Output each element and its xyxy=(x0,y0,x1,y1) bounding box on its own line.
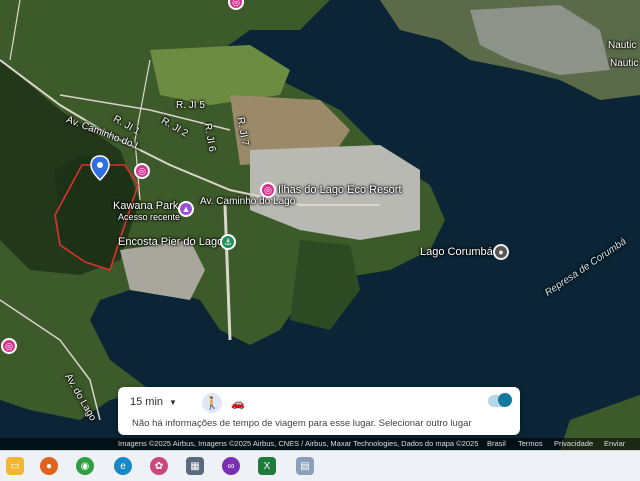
poi-park-icon[interactable]: ▲ xyxy=(178,201,194,217)
excel-icon[interactable]: X xyxy=(258,457,276,475)
terms-link[interactable]: Termos xyxy=(518,438,543,450)
map-imagery xyxy=(0,0,640,450)
travel-time-select[interactable]: 15 min ▼ xyxy=(130,396,177,408)
driving-mode-button[interactable]: 🚗 xyxy=(228,393,248,413)
region-link[interactable]: Brasil xyxy=(487,438,506,450)
chevron-down-icon: ▼ xyxy=(169,397,177,407)
map-footer: Imagens ©2025 Airbus, Imagens ©2025 Airb… xyxy=(0,438,640,460)
travel-time-card: 15 min ▼ 🚶 🚗 Não há informações de tempo… xyxy=(118,387,520,435)
place-label-nautico-2: Nautic xyxy=(610,58,639,69)
road-label-caminho-lower: Av. Caminho do Lago xyxy=(200,196,296,207)
location-pin-icon[interactable] xyxy=(90,155,110,181)
travel-time-toggle[interactable] xyxy=(488,393,512,407)
poi-label-encosta[interactable]: Encosta Pier do Lago xyxy=(118,236,223,248)
travel-time-value: 15 min xyxy=(130,396,164,408)
poi-shopping-icon[interactable]: ◎ xyxy=(134,163,150,179)
poi-sublabel-kawana: Acesso recente xyxy=(118,212,181,222)
walking-mode-button[interactable]: 🚶 xyxy=(202,393,222,413)
poi-resort-icon[interactable]: ◎ xyxy=(260,182,276,198)
app-icon[interactable]: ✿ xyxy=(150,457,168,475)
file-explorer-icon[interactable]: ▭ xyxy=(6,457,24,475)
poi-left-icon[interactable]: ◎ xyxy=(1,338,17,354)
road-label-rji5: R. JI 5 xyxy=(176,100,205,111)
privacy-link[interactable]: Privacidade xyxy=(554,438,593,450)
poi-label-ilhas-resort[interactable]: Ilhas do Lago Eco Resort xyxy=(278,184,402,196)
poi-pier-icon[interactable]: ⚓ xyxy=(220,234,236,250)
poi-lake-icon[interactable]: ● xyxy=(493,244,509,260)
attribution-text: Imagens ©2025 Airbus, Imagens ©2025 Airb… xyxy=(118,439,479,448)
calculator-icon[interactable]: ▦ xyxy=(186,457,204,475)
car-icon: 🚗 xyxy=(231,397,245,410)
poi-label-kawana-park[interactable]: Kawana Park xyxy=(113,200,178,212)
chrome-icon[interactable]: ◉ xyxy=(76,457,94,475)
edge-icon[interactable]: e xyxy=(114,457,132,475)
windows-taskbar: ▭ ● ◉ e ✿ ▦ ∞ X ▤ xyxy=(0,450,640,481)
travel-info-text: Não há informações de tempo de viagem pa… xyxy=(132,418,472,429)
firefox-icon[interactable]: ● xyxy=(40,457,58,475)
satellite-map[interactable]: Av. Caminho do L R. JI 5 R. JI 1 R. JI 2… xyxy=(0,0,640,450)
place-label-lago-corumba[interactable]: Lago Corumbá xyxy=(420,246,493,258)
place-label-nautico-1: Nautic xyxy=(608,40,637,51)
media-app-icon[interactable]: ∞ xyxy=(222,457,240,475)
walking-icon: 🚶 xyxy=(204,396,220,410)
window-app-icon[interactable]: ▤ xyxy=(296,457,314,475)
